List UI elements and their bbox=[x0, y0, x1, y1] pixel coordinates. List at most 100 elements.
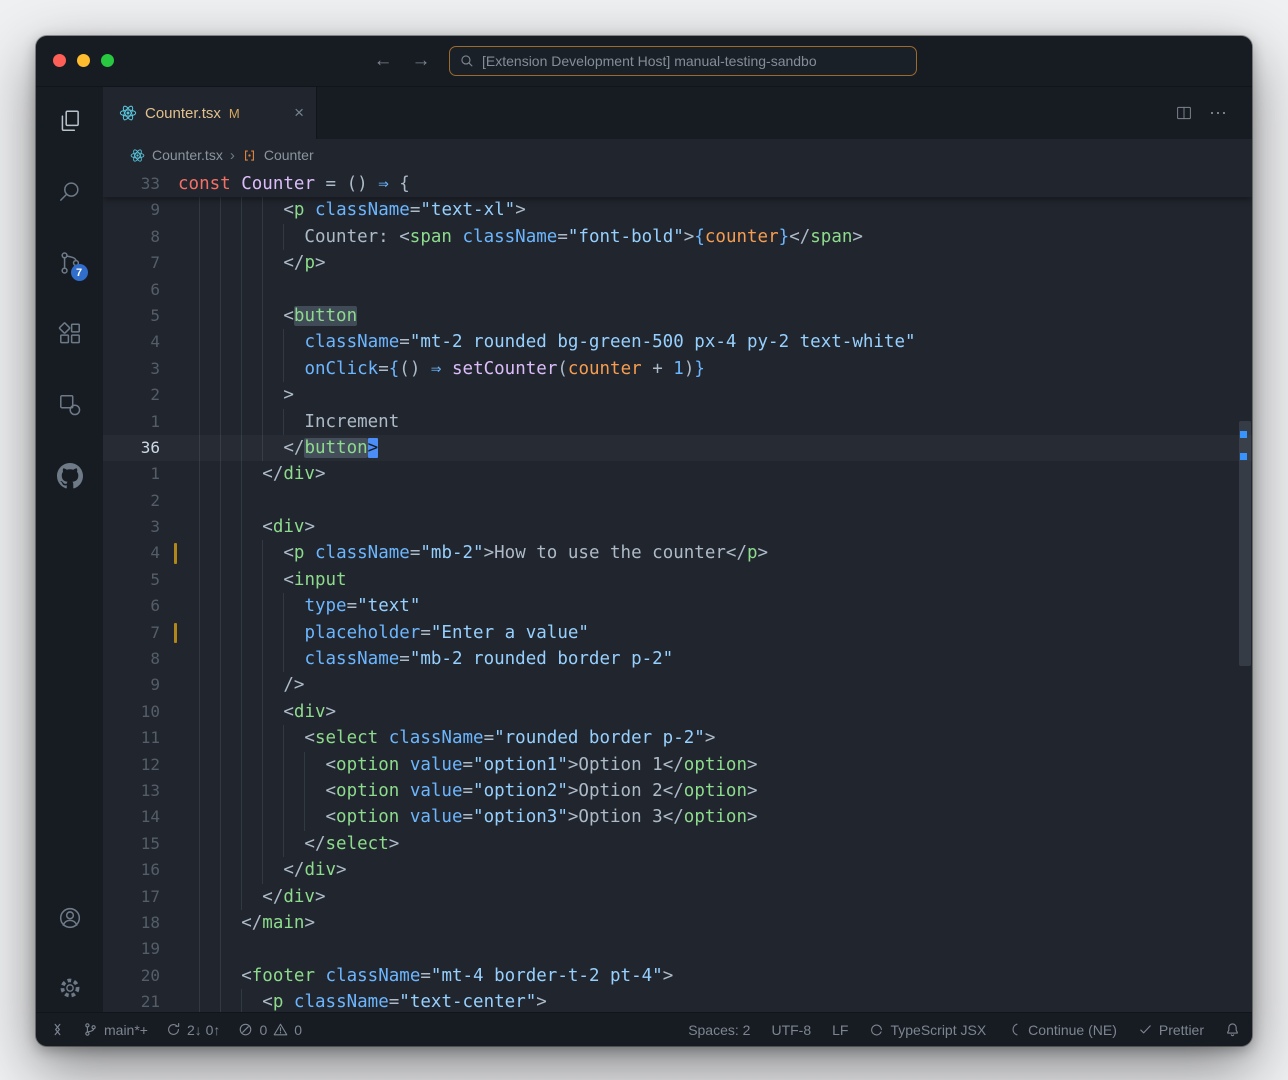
gutter[interactable]: 33 bbox=[103, 171, 178, 197]
sync-changes[interactable]: 2↓ 0↑ bbox=[166, 1022, 220, 1038]
code-line[interactable]: 13 <option value="option2">Option 2</opt… bbox=[103, 778, 1252, 804]
close-tab-icon[interactable]: × bbox=[294, 103, 304, 123]
gutter[interactable]: 6 bbox=[103, 277, 178, 303]
code-line[interactable]: 11 <select className="rounded border p-2… bbox=[103, 725, 1252, 751]
gutter[interactable]: 5 bbox=[103, 303, 178, 329]
continue-extension[interactable]: Continue (NE) bbox=[1007, 1022, 1117, 1038]
line-number[interactable]: 33 bbox=[141, 174, 160, 193]
remote-indicator[interactable] bbox=[50, 1022, 65, 1037]
line-number[interactable]: 4 bbox=[150, 332, 160, 351]
gutter[interactable]: 9 bbox=[103, 672, 178, 698]
code-line[interactable]: 19 bbox=[103, 936, 1252, 962]
line-number[interactable]: 20 bbox=[141, 966, 160, 985]
code-line[interactable]: 5 <button bbox=[103, 303, 1252, 329]
sticky-scroll-line[interactable]: 33const Counter = () ⇒ { bbox=[103, 171, 1252, 197]
line-number[interactable]: 5 bbox=[150, 306, 160, 325]
code-line[interactable]: 2 > bbox=[103, 382, 1252, 408]
breadcrumb-symbol[interactable]: Counter bbox=[264, 147, 314, 163]
line-number[interactable]: 6 bbox=[150, 280, 160, 299]
line-number[interactable]: 1 bbox=[150, 464, 160, 483]
line-number[interactable]: 1 bbox=[150, 412, 160, 431]
gutter[interactable]: 19 bbox=[103, 936, 178, 962]
encoding[interactable]: UTF-8 bbox=[771, 1022, 811, 1038]
code-line[interactable]: 33const Counter = () ⇒ { bbox=[103, 171, 1252, 197]
code-line[interactable]: 4 className="mt-2 rounded bg-green-500 p… bbox=[103, 329, 1252, 355]
line-number[interactable]: 2 bbox=[150, 385, 160, 404]
code-line[interactable]: 1 </div> bbox=[103, 461, 1252, 487]
code-line[interactable]: 20 <footer className="mt-4 border-t-2 pt… bbox=[103, 963, 1252, 989]
gutter[interactable]: 36 bbox=[103, 435, 178, 461]
code-line[interactable]: 3 onClick={() ⇒ setCounter(counter + 1)} bbox=[103, 356, 1252, 382]
line-number[interactable]: 7 bbox=[150, 253, 160, 272]
code-line[interactable]: 16 </div> bbox=[103, 857, 1252, 883]
forward-icon[interactable]: → bbox=[408, 48, 434, 74]
github-icon[interactable] bbox=[57, 463, 83, 489]
code-lines[interactable]: 9 <p className="text-xl">8 Counter: <spa… bbox=[103, 197, 1252, 1012]
code-line[interactable]: 9 /> bbox=[103, 672, 1252, 698]
gutter[interactable]: 3 bbox=[103, 514, 178, 540]
line-number[interactable]: 2 bbox=[150, 491, 160, 510]
settings-gear-icon[interactable] bbox=[57, 975, 83, 1001]
line-number[interactable]: 3 bbox=[150, 517, 160, 536]
more-actions-icon[interactable]: ⋯ bbox=[1209, 103, 1228, 124]
gutter[interactable]: 15 bbox=[103, 831, 178, 857]
gutter[interactable]: 17 bbox=[103, 884, 178, 910]
line-number[interactable]: 9 bbox=[150, 200, 160, 219]
gutter[interactable]: 21 bbox=[103, 989, 178, 1012]
command-center[interactable]: [Extension Development Host] manual-test… bbox=[449, 46, 917, 76]
back-icon[interactable]: ← bbox=[370, 48, 396, 74]
code-line[interactable]: 8 className="mb-2 rounded border p-2" bbox=[103, 646, 1252, 672]
code-line[interactable]: 8 Counter: <span className="font-bold">{… bbox=[103, 224, 1252, 250]
line-number[interactable]: 11 bbox=[141, 728, 160, 747]
indentation[interactable]: Spaces: 2 bbox=[688, 1022, 750, 1038]
gutter[interactable]: 8 bbox=[103, 646, 178, 672]
gutter[interactable]: 7 bbox=[103, 250, 178, 276]
gutter[interactable]: 6 bbox=[103, 593, 178, 619]
line-number[interactable]: 9 bbox=[150, 675, 160, 694]
gutter[interactable]: 16 bbox=[103, 857, 178, 883]
gutter[interactable]: 1 bbox=[103, 461, 178, 487]
code-line[interactable]: 3 <div> bbox=[103, 514, 1252, 540]
code-line[interactable]: 7 </p> bbox=[103, 250, 1252, 276]
line-number[interactable]: 14 bbox=[141, 807, 160, 826]
gutter[interactable]: 7 bbox=[103, 620, 178, 646]
gutter[interactable]: 9 bbox=[103, 197, 178, 223]
line-number[interactable]: 13 bbox=[141, 781, 160, 800]
zoom-window-button[interactable] bbox=[101, 54, 114, 67]
breadcrumb-file[interactable]: Counter.tsx bbox=[152, 147, 223, 163]
line-number[interactable]: 16 bbox=[141, 860, 160, 879]
code-line[interactable]: 6 bbox=[103, 277, 1252, 303]
line-number[interactable]: 7 bbox=[150, 623, 160, 642]
line-number[interactable]: 19 bbox=[141, 939, 160, 958]
code-line[interactable]: 9 <p className="text-xl"> bbox=[103, 197, 1252, 223]
gutter[interactable]: 11 bbox=[103, 725, 178, 751]
gutter[interactable]: 4 bbox=[103, 329, 178, 355]
language-mode[interactable]: TypeScript JSX bbox=[869, 1022, 986, 1038]
account-icon[interactable] bbox=[57, 905, 83, 931]
line-number[interactable]: 5 bbox=[150, 570, 160, 589]
eol[interactable]: LF bbox=[832, 1022, 848, 1038]
line-number[interactable]: 8 bbox=[150, 649, 160, 668]
line-number[interactable]: 36 bbox=[141, 438, 160, 457]
remote-explorer-icon[interactable] bbox=[57, 392, 83, 418]
gutter[interactable]: 3 bbox=[103, 356, 178, 382]
code-line[interactable]: 17 </div> bbox=[103, 884, 1252, 910]
code-line[interactable]: 10 <div> bbox=[103, 699, 1252, 725]
code-line[interactable]: 14 <option value="option3">Option 3</opt… bbox=[103, 804, 1252, 830]
code-line[interactable]: 7 placeholder="Enter a value" bbox=[103, 620, 1252, 646]
line-number[interactable]: 18 bbox=[141, 913, 160, 932]
line-number[interactable]: 17 bbox=[141, 887, 160, 906]
code-line[interactable]: 4 <p className="mb-2">How to use the cou… bbox=[103, 540, 1252, 566]
code-line[interactable]: 21 <p className="text-center"> bbox=[103, 989, 1252, 1012]
gutter[interactable]: 13 bbox=[103, 778, 178, 804]
gutter[interactable]: 5 bbox=[103, 567, 178, 593]
gutter[interactable]: 2 bbox=[103, 382, 178, 408]
code-line[interactable]: 2 bbox=[103, 488, 1252, 514]
problems[interactable]: 00 bbox=[238, 1022, 302, 1038]
split-editor-icon[interactable] bbox=[1175, 104, 1193, 122]
line-number[interactable]: 6 bbox=[150, 596, 160, 615]
code-line[interactable]: 12 <option value="option1">Option 1</opt… bbox=[103, 752, 1252, 778]
line-number[interactable]: 15 bbox=[141, 834, 160, 853]
code-editor[interactable]: 33const Counter = () ⇒ { 9 <p className=… bbox=[103, 171, 1252, 1012]
line-number[interactable]: 8 bbox=[150, 227, 160, 246]
